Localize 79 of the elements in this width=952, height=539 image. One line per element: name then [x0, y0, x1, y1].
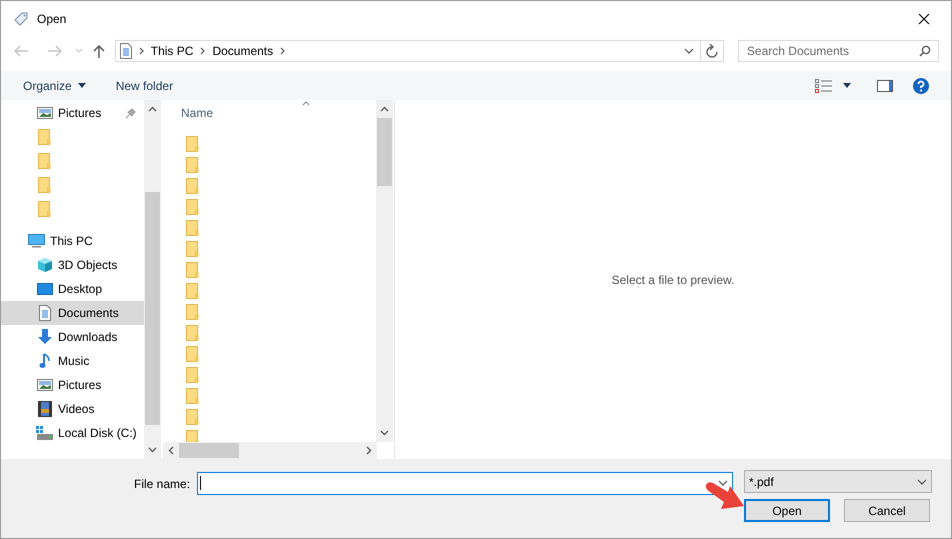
chevron-down-icon[interactable] — [684, 48, 694, 54]
chevron-right-icon[interactable] — [138, 47, 144, 55]
up-arrow-icon[interactable] — [92, 44, 105, 58]
caret-icon[interactable] — [843, 83, 851, 88]
folder-icon — [184, 136, 201, 152]
picture-frame-icon — [36, 107, 53, 119]
folder-icon — [184, 366, 201, 382]
folder-icon — [184, 262, 201, 278]
search-field[interactable]: Search Documents — [738, 40, 939, 62]
scrollbar-thumb[interactable] — [377, 118, 392, 186]
open-button[interactable]: Open — [744, 499, 830, 522]
film-icon — [36, 401, 53, 417]
breadcrumb[interactable]: This PC — [150, 42, 194, 60]
nav-item[interactable]: This PC — [1, 229, 144, 253]
address-bar[interactable]: This PC Documents — [114, 40, 724, 62]
close-icon[interactable] — [918, 13, 930, 25]
chevron-down-icon[interactable] — [718, 480, 728, 486]
new-folder-button[interactable]: New folder — [116, 76, 174, 94]
cube-icon — [36, 257, 53, 273]
nav-item[interactable]: Pictures — [1, 101, 144, 125]
scroll-left-icon[interactable] — [168, 446, 174, 455]
file-type-dropdown[interactable]: *.pdf — [744, 470, 932, 493]
scrollbar-thumb[interactable] — [145, 192, 160, 425]
folder-icon — [184, 240, 201, 256]
refresh-icon[interactable] — [706, 44, 718, 58]
folder-icon — [36, 153, 53, 169]
scroll-right-icon[interactable] — [366, 446, 372, 455]
nav-item[interactable]: Pictures — [1, 373, 144, 397]
nav-item[interactable]: 3D Objects — [1, 253, 144, 277]
chevron-right-icon[interactable] — [200, 47, 206, 55]
drive-icon — [36, 426, 53, 440]
sort-caret-icon — [302, 101, 310, 106]
scroll-down-icon[interactable] — [148, 447, 157, 453]
folder-icon — [184, 198, 201, 214]
folder-icon — [36, 129, 53, 145]
chevron-down-icon[interactable] — [917, 478, 927, 484]
chevron-right-icon[interactable] — [280, 47, 286, 55]
cancel-button[interactable]: Cancel — [844, 499, 930, 522]
folder-icon — [184, 220, 201, 236]
help-icon[interactable] — [913, 78, 929, 94]
picture-frame-icon — [36, 379, 53, 391]
folder-icon — [36, 201, 53, 217]
nav-item[interactable]: Music — [1, 349, 144, 373]
breadcrumb[interactable]: Documents — [212, 42, 274, 60]
document-icon — [120, 43, 132, 59]
file-name-label: File name: — [134, 476, 190, 492]
nav-item[interactable]: Downloads — [1, 325, 144, 349]
scroll-down-icon[interactable] — [380, 430, 389, 436]
scrollbar-thumb[interactable] — [179, 443, 239, 458]
folder-icon — [36, 177, 53, 193]
preview-pane-icon[interactable] — [877, 80, 893, 92]
folder-icon — [184, 408, 201, 424]
folder-icon — [184, 430, 201, 442]
folder-icon — [184, 388, 201, 404]
file-name-field[interactable] — [197, 472, 734, 495]
caret-icon[interactable] — [78, 83, 86, 88]
folder-icon — [184, 304, 201, 320]
nav-item[interactable]: Videos — [1, 397, 144, 421]
folder-icon — [184, 324, 201, 340]
nav-item[interactable]: Desktop — [1, 277, 144, 301]
view-options-icon[interactable] — [815, 78, 833, 92]
organize-button[interactable]: Organize — [23, 76, 86, 94]
folder-icon — [184, 156, 201, 172]
scroll-up-icon[interactable] — [148, 106, 157, 112]
scroll-up-icon[interactable] — [380, 106, 389, 112]
nav-item[interactable]: Documents — [1, 301, 144, 325]
search-icon — [918, 45, 931, 57]
folder-icon — [184, 178, 201, 194]
preview-message: Select a file to preview. — [612, 272, 734, 288]
desktop-icon — [36, 283, 53, 295]
nav-item[interactable]: Local Disk (C:) — [1, 421, 144, 445]
folder-icon — [184, 346, 201, 362]
column-header[interactable]: Name — [181, 104, 214, 122]
monitor-icon — [28, 234, 45, 248]
document-icon — [36, 305, 53, 321]
folder-icon — [184, 282, 201, 298]
tag-icon — [13, 11, 29, 27]
down-arrow-icon — [36, 329, 53, 345]
window-title: Open — [37, 11, 66, 28]
